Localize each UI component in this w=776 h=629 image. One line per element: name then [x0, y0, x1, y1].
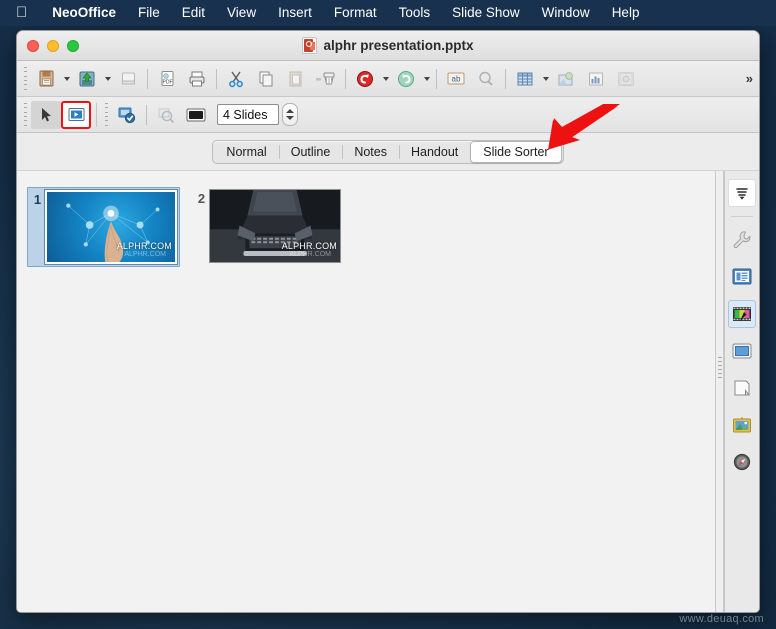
print-button[interactable] [182, 65, 212, 93]
toolbar-grip[interactable] [21, 66, 29, 92]
tab-normal[interactable]: Normal [214, 141, 278, 163]
undo-button[interactable] [350, 65, 380, 93]
slide-thumbnail-2[interactable]: 2 ALPHR.COM ALPHR.COM [192, 187, 343, 267]
insert-media-button[interactable] [611, 65, 641, 93]
menu-item-edit[interactable]: Edit [171, 0, 216, 26]
menu-item-insert[interactable]: Insert [267, 0, 323, 26]
export-pdf-button[interactable]: PDF [152, 65, 182, 93]
redo-button[interactable] [391, 65, 421, 93]
sidebar-shapes-button[interactable] [728, 374, 756, 402]
menu-item-format[interactable]: Format [323, 0, 388, 26]
slide-number-label: 2 [197, 191, 206, 206]
slide-thumbnail-1[interactable]: 1 ALPHR.COM ALPHR.COM [27, 187, 180, 267]
svg-text:ab: ab [452, 74, 461, 83]
slides-per-row-input[interactable]: 4 Slides [217, 104, 279, 125]
menu-item-file[interactable]: File [127, 0, 171, 26]
slide-watermark-sub: ALPHR.COM [289, 251, 331, 258]
slide-watermark: ALPHR.COM [281, 241, 337, 251]
window-title-text: alphr presentation.pptx [323, 38, 474, 53]
toolbar-separator [146, 104, 147, 125]
toolbar-separator [345, 68, 346, 89]
spelling-button[interactable]: ab [441, 65, 471, 93]
paste-button[interactable] [281, 65, 311, 93]
insert-table-dropdown-caret[interactable] [540, 65, 551, 93]
slide-thumbnail-row: 1 ALPHR.COM ALPHR.COM 2 ALPHR.COM ALPHR.… [27, 187, 715, 267]
menu-item-neooffice[interactable]: NeoOffice [41, 0, 127, 26]
tab-notes[interactable]: Notes [342, 141, 399, 163]
cut-button[interactable] [221, 65, 251, 93]
sidebar-properties-button[interactable] [728, 226, 756, 254]
insert-chart-button[interactable] [581, 65, 611, 93]
view-toolbar-grip[interactable] [21, 102, 29, 128]
splitter-grip [718, 357, 722, 378]
main-toolbar: PDF ab » [17, 61, 759, 97]
toolbar-grip[interactable] [102, 102, 110, 128]
slide-watermark: ALPHR.COM [116, 241, 172, 251]
find-replace-button[interactable] [471, 65, 501, 93]
toolbar-separator [96, 102, 97, 127]
menu-item-tools[interactable]: Tools [388, 0, 442, 26]
main-content-area: 1 ALPHR.COM ALPHR.COM 2 ALPHR.COM ALPHR.… [17, 171, 759, 612]
svg-text:PDF: PDF [162, 80, 172, 86]
display-views-button[interactable] [61, 100, 91, 129]
apple-logo-icon[interactable]:  [16, 4, 27, 21]
save-button[interactable] [31, 65, 61, 93]
powerpoint-file-icon [302, 37, 318, 54]
macos-menu-bar:  NeoOffice File Edit View Insert Format… [0, 0, 776, 26]
sidebar-divider [731, 216, 753, 217]
slide-preview-image[interactable]: ALPHR.COM ALPHR.COM [44, 189, 178, 265]
toolbar-separator [216, 68, 217, 89]
display-mode-button[interactable] [181, 101, 211, 129]
toolbar-overflow-button[interactable]: » [746, 71, 753, 86]
undo-dropdown-caret[interactable] [380, 65, 391, 93]
toolbar-separator [505, 68, 506, 89]
slides-per-row-stepper[interactable] [282, 103, 298, 126]
redo-dropdown-caret[interactable] [421, 65, 432, 93]
view-tab-bar: Normal Outline Notes Handout Slide Sorte… [17, 133, 759, 171]
menu-item-view[interactable]: View [216, 0, 267, 26]
slide-properties-button[interactable] [112, 101, 142, 129]
slide-watermark-sub: ALPHR.COM [124, 251, 166, 258]
slide-sorter-panel[interactable]: 1 ALPHR.COM ALPHR.COM 2 ALPHR.COM ALPHR.… [17, 171, 715, 612]
window-title: alphr presentation.pptx [17, 37, 759, 54]
red-pointer-arrow [548, 104, 620, 150]
insert-table-button[interactable] [510, 65, 540, 93]
right-sidebar [724, 171, 759, 612]
menu-item-slide-show[interactable]: Slide Show [441, 0, 531, 26]
sidebar-gallery-button[interactable] [728, 411, 756, 439]
toolbar-separator [147, 68, 148, 89]
save-dropdown-caret[interactable] [61, 65, 72, 93]
panel-splitter[interactable] [715, 171, 724, 612]
zoom-tool-button[interactable] [151, 101, 181, 129]
toolbar-separator [436, 68, 437, 89]
sidebar-animation-button[interactable] [728, 300, 756, 328]
sidebar-settings-button[interactable] [728, 179, 756, 207]
slide-number-label: 1 [33, 192, 42, 207]
slide-preview-image[interactable]: ALPHR.COM ALPHR.COM [209, 189, 341, 263]
copy-button[interactable] [251, 65, 281, 93]
select-tool-button[interactable] [31, 100, 61, 129]
new-document-button[interactable] [113, 65, 143, 93]
sidebar-layouts-button[interactable] [728, 263, 756, 291]
view-tabs-group: Normal Outline Notes Handout Slide Sorte… [212, 139, 564, 164]
window-title-bar: alphr presentation.pptx [17, 31, 759, 61]
export-dropdown-caret[interactable] [102, 65, 113, 93]
page-watermark: www.deuaq.com [679, 613, 764, 625]
neooffice-impress-window: alphr presentation.pptx PDF ab » 4 Slide… [16, 30, 760, 613]
clone-formatting-button[interactable] [311, 65, 341, 93]
tab-outline[interactable]: Outline [278, 141, 343, 163]
view-toolbar: 4 Slides [17, 97, 759, 133]
export-button[interactable] [72, 65, 102, 93]
menu-item-window[interactable]: Window [531, 0, 601, 26]
menu-item-help[interactable]: Help [601, 0, 651, 26]
insert-image-button[interactable] [551, 65, 581, 93]
sidebar-master-slides-button[interactable] [728, 337, 756, 365]
sidebar-navigator-button[interactable] [728, 448, 756, 476]
tab-handout[interactable]: Handout [398, 141, 470, 163]
